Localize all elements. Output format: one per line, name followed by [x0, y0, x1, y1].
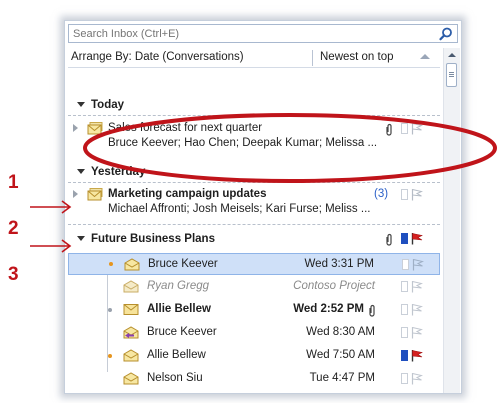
category-blue-icon[interactable] [401, 233, 408, 244]
envelope-closed-icon [123, 304, 139, 315]
conversation-subject: Marketing campaign updates [108, 188, 267, 200]
collapse-caret-icon[interactable] [420, 54, 430, 59]
envelope-open-icon [123, 280, 139, 293]
attachment-icon [386, 123, 392, 136]
thread-dot-icon [108, 354, 112, 358]
sender-name: Bruce Keever [147, 326, 217, 338]
conversation-subject: Sales forecast for next quarter [108, 122, 263, 134]
conversation-row[interactable]: Sales forecast for next quarter Bruce Ke… [68, 120, 440, 158]
search-icon[interactable] [438, 26, 454, 42]
flag-outline-icon[interactable] [411, 326, 423, 339]
conversation-stack-icon [87, 188, 103, 201]
received-time: Wed 3:31 PM [304, 258, 374, 270]
message-item-unread[interactable]: Allie Bellew Wed 2:52 PM [68, 299, 440, 321]
category-box[interactable] [401, 123, 408, 134]
category-box[interactable] [401, 327, 408, 338]
attachment-icon [369, 304, 375, 317]
envelope-reply-icon [123, 326, 139, 339]
flag-outline-icon[interactable] [411, 188, 423, 201]
message-item[interactable]: Allie Bellew Wed 7:50 AM [68, 345, 440, 367]
expand-triangle-icon[interactable] [77, 169, 85, 174]
expand-triangle-icon[interactable] [77, 102, 85, 107]
inbox-panel: Arrange By: Date (Conversations) Newest … [64, 20, 462, 394]
arrange-by-bar: Arrange By: Date (Conversations) Newest … [68, 48, 440, 68]
expand-arrow-icon[interactable] [73, 190, 78, 198]
conversation-participants: Bruce Keever; Hao Chen; Deepak Kumar; Me… [108, 137, 378, 149]
received-time: Tue 4:47 PM [309, 372, 375, 384]
collapse-triangle-icon[interactable] [77, 236, 85, 241]
received-time: Wed 8:30 AM [306, 326, 375, 338]
flag-outline-icon[interactable] [411, 303, 423, 316]
unread-count: (3) [374, 188, 389, 200]
flag-red-icon[interactable] [411, 349, 423, 362]
envelope-open-icon [123, 349, 139, 362]
annotation-label-1: 1 [8, 172, 19, 193]
envelope-open-icon [123, 372, 139, 385]
scroll-up-arrow-icon[interactable] [444, 48, 460, 62]
category-box[interactable] [401, 304, 408, 315]
scrollbar-thumb[interactable] [446, 63, 457, 87]
expanded-conversation-header[interactable]: Future Business Plans [68, 230, 440, 250]
vertical-scrollbar[interactable] [443, 48, 460, 393]
conversation-participants: Michael Affronti; Josh Meisels; Kari Fur… [108, 203, 371, 215]
message-item[interactable]: Nelson Siu Tue 4:47 PM [68, 368, 440, 390]
message-item[interactable]: Ryan Gregg Contoso Project [68, 276, 440, 298]
attachment-icon [386, 233, 392, 246]
sort-order-label[interactable]: Newest on top [320, 51, 394, 63]
conversation-stack-icon [87, 122, 103, 135]
thread-dot-icon [109, 262, 113, 266]
flag-outline-icon[interactable] [411, 372, 423, 385]
annotation-label-3: 3 [8, 264, 19, 285]
sender-name: Allie Bellew [147, 349, 206, 361]
group-label: Yesterday [91, 166, 146, 178]
annotation-label-2: 2 [8, 218, 19, 239]
sender-name: Bruce Keever [148, 258, 218, 270]
folder-name: Contoso Project [293, 280, 375, 292]
category-blue-icon[interactable] [401, 350, 408, 361]
group-header-yesterday[interactable]: Yesterday [68, 163, 440, 183]
expand-arrow-icon[interactable] [73, 124, 78, 132]
arrange-by-label[interactable]: Arrange By: Date (Conversations) [71, 51, 244, 63]
category-box[interactable] [401, 189, 408, 200]
thread-dot-icon [108, 308, 112, 312]
flag-outline-icon[interactable] [412, 258, 424, 271]
message-item[interactable]: Bruce Keever Wed 8:30 AM [68, 322, 440, 344]
conversation-subject: Future Business Plans [91, 233, 215, 245]
flag-outline-icon[interactable] [411, 280, 423, 293]
group-header-today[interactable]: Today [68, 96, 440, 116]
category-box[interactable] [402, 259, 409, 270]
search-box[interactable] [68, 24, 458, 43]
flag-red-icon[interactable] [411, 232, 423, 245]
category-box[interactable] [401, 281, 408, 292]
envelope-open-icon [124, 258, 140, 271]
received-time: Wed 7:50 AM [306, 349, 375, 361]
group-label: Today [91, 99, 125, 111]
search-input[interactable] [69, 25, 433, 42]
sender-name: Nelson Siu [147, 372, 203, 384]
message-item-selected[interactable]: Bruce Keever Wed 3:31 PM [68, 253, 440, 275]
sender-name: Ryan Gregg [147, 280, 210, 292]
conversation-row-unread[interactable]: Marketing campaign updates (3) Michael A… [68, 186, 440, 225]
flag-outline-icon[interactable] [411, 122, 423, 135]
arrange-separator [312, 50, 313, 66]
received-time: Wed 2:52 PM [293, 303, 364, 315]
category-box[interactable] [401, 373, 408, 384]
sender-name: Allie Bellew [147, 303, 211, 315]
